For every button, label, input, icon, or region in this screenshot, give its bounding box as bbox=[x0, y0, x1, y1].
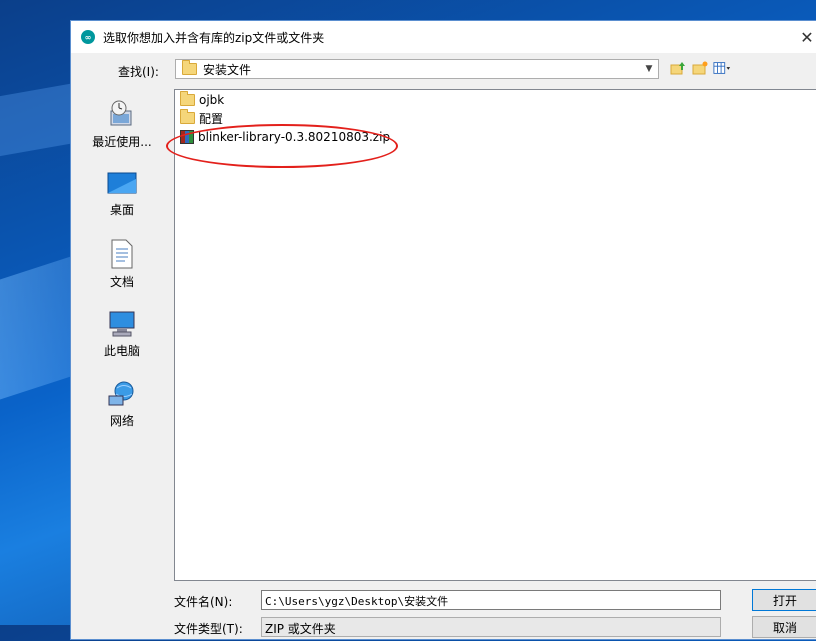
look-in-value: 安装文件 bbox=[203, 62, 252, 77]
view-grid-icon bbox=[713, 62, 731, 74]
place-documents-label: 文档 bbox=[109, 274, 134, 289]
file-type-label: 文件类型(T): bbox=[174, 622, 243, 636]
file-name-row: 文件名(N): C:\Users\ygz\Desktop\安装文件 打开 bbox=[71, 589, 816, 614]
file-chooser-dialog: ∞ 选取你想加入并含有库的zip文件或文件夹 ✕ 查找(I): 安装文件 ▼ 最… bbox=[70, 20, 816, 640]
dialog-title: 选取你想加入并含有库的zip文件或文件夹 bbox=[103, 30, 325, 45]
file-type-row: 文件类型(T): ZIP 或文件夹 取消 bbox=[71, 616, 816, 641]
view-menu-button[interactable] bbox=[713, 59, 731, 77]
file-type-dropdown[interactable]: ZIP 或文件夹 bbox=[261, 617, 721, 637]
documents-icon bbox=[111, 239, 133, 268]
computer-icon bbox=[109, 311, 135, 336]
open-button[interactable]: 打开 bbox=[752, 589, 816, 611]
file-list[interactable]: ojbk 配置 blinker-library-0.3.80210803.zip bbox=[174, 89, 816, 581]
look-in-row: 查找(I): 安装文件 ▼ bbox=[71, 59, 816, 83]
folder-icon bbox=[182, 60, 197, 75]
look-in-dropdown[interactable]: 安装文件 ▼ bbox=[175, 59, 659, 79]
desktop-icon bbox=[107, 172, 137, 193]
place-network-label: 网络 bbox=[109, 413, 134, 428]
winrar-archive-icon bbox=[180, 130, 194, 144]
place-recent[interactable]: 最近使用... bbox=[71, 89, 173, 159]
dialog-toolbar bbox=[669, 59, 731, 77]
place-this-pc-label: 此电脑 bbox=[103, 343, 140, 358]
file-name-input[interactable]: C:\Users\ygz\Desktop\安装文件 bbox=[261, 590, 721, 610]
up-folder-button[interactable] bbox=[669, 59, 687, 77]
place-this-pc[interactable]: 此电脑 bbox=[71, 299, 173, 369]
list-item-zip-file[interactable]: blinker-library-0.3.80210803.zip bbox=[178, 128, 390, 146]
chevron-down-icon[interactable]: ▼ bbox=[640, 60, 658, 78]
file-name: 配置 bbox=[199, 111, 224, 126]
places-bar: 最近使用... 桌面 文档 此电脑 网络 bbox=[71, 89, 173, 569]
arduino-app-icon: ∞ bbox=[81, 30, 95, 44]
up-folder-icon bbox=[670, 62, 685, 75]
recent-items-icon bbox=[110, 100, 132, 125]
network-icon bbox=[108, 381, 134, 405]
list-item-folder[interactable]: 配置 bbox=[178, 109, 223, 127]
dialog-titlebar: ∞ 选取你想加入并含有库的zip文件或文件夹 ✕ bbox=[71, 21, 816, 53]
place-documents[interactable]: 文档 bbox=[71, 229, 173, 299]
folder-icon bbox=[180, 109, 195, 124]
folder-icon bbox=[180, 91, 195, 106]
place-network[interactable]: 网络 bbox=[71, 369, 173, 439]
place-desktop[interactable]: 桌面 bbox=[71, 159, 173, 229]
place-desktop-label: 桌面 bbox=[109, 202, 134, 217]
place-recent-label: 最近使用... bbox=[92, 134, 152, 149]
list-item-folder[interactable]: ojbk bbox=[178, 91, 224, 109]
close-button[interactable]: ✕ bbox=[793, 25, 816, 49]
new-folder-button[interactable] bbox=[691, 59, 709, 77]
file-name: blinker-library-0.3.80210803.zip bbox=[198, 130, 391, 144]
cancel-button[interactable]: 取消 bbox=[752, 616, 816, 638]
file-name: ojbk bbox=[199, 93, 225, 107]
new-folder-icon bbox=[692, 61, 708, 75]
look-in-label: 查找(I): bbox=[118, 65, 159, 79]
file-name-label: 文件名(N): bbox=[174, 595, 233, 609]
